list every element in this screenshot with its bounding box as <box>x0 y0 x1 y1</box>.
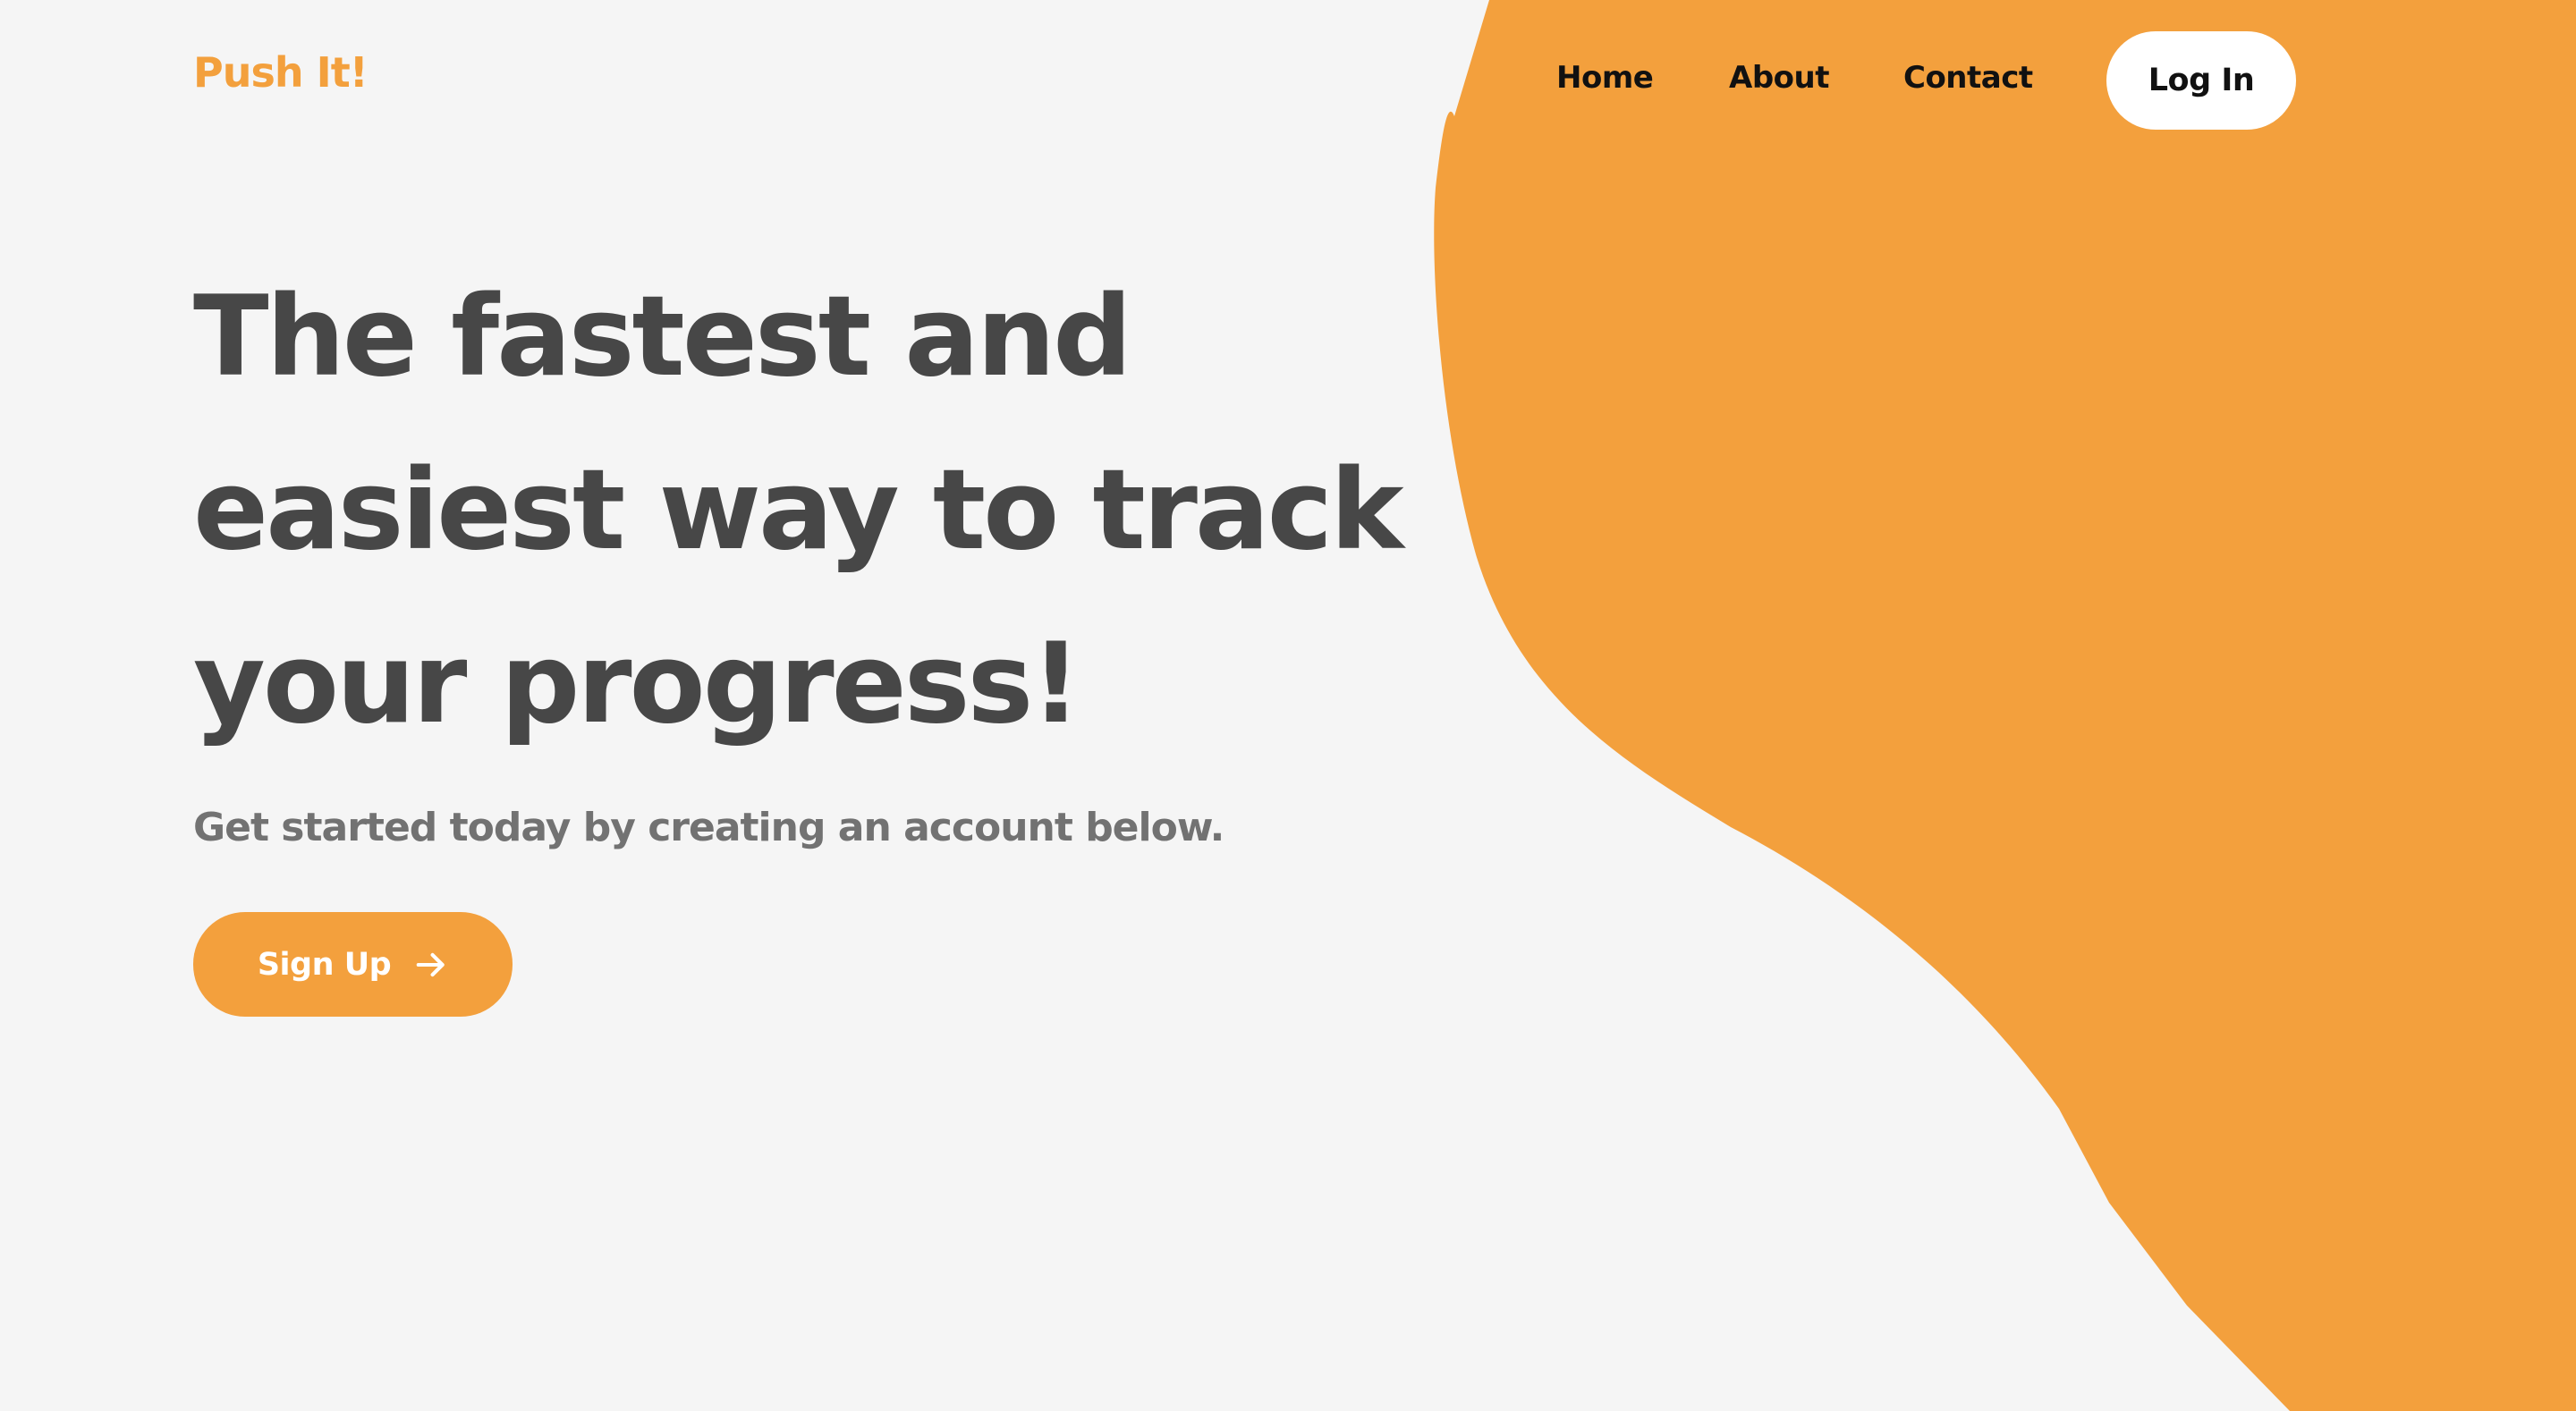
hero-headline-line: The fastest and <box>193 273 1132 401</box>
hero-subtitle: Get started today by creating an account… <box>193 805 1224 850</box>
login-button[interactable]: Log In <box>2106 31 2296 130</box>
hero-headline: The fastest and easiest way to track you… <box>193 250 1404 771</box>
hero-headline-line: easiest way to track <box>193 446 1404 575</box>
nav-home-link[interactable]: Home <box>1556 63 1654 93</box>
nav-contact-link[interactable]: Contact <box>1903 63 2033 93</box>
nav-about-link[interactable]: About <box>1729 63 1829 93</box>
signup-button-label: Sign Up <box>257 946 392 983</box>
hero-headline-line: your progress! <box>193 620 1081 748</box>
signup-button[interactable]: Sign Up <box>193 912 513 1017</box>
top-nav: Home About Contact Log In <box>0 0 2576 161</box>
arrow-right-icon <box>416 952 445 976</box>
